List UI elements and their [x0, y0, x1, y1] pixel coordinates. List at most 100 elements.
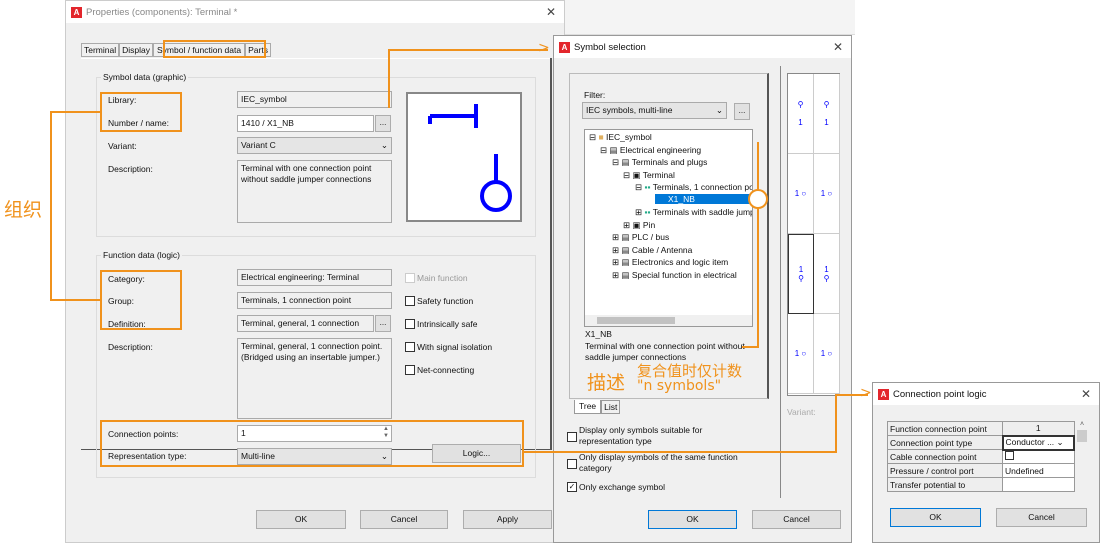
tab-list[interactable]: List [601, 400, 621, 414]
group-field[interactable]: Terminals, 1 connection point [237, 292, 392, 309]
variant-grid[interactable]: ⚲ 1 ⚲ 1 1 ○ 1 ○ 1 ⚲ 1 ⚲ 1 ○ 1 ○ [787, 73, 840, 396]
filter-label: Filter: [584, 90, 606, 100]
group-icon: ▪▪ [644, 207, 651, 217]
variant-cell[interactable]: ⚲ 1 [814, 74, 840, 154]
chevron-down-icon: ⌄ [1056, 437, 1064, 447]
tree-label: Electronics and logic item [631, 257, 729, 267]
tree-label: Electrical engineering [619, 145, 702, 155]
group-title: Function data (logic) [101, 250, 183, 260]
terminal-symbol-icon [428, 104, 512, 212]
connector-line [50, 299, 100, 301]
tree-label: IEC_symbol [606, 132, 652, 142]
connection-point-logic-dialog: A Connection point logic ✕ Function connec… [872, 382, 1100, 543]
cable-connection-checkbox[interactable] [1002, 449, 1075, 464]
chevron-down-icon: ⌄ [715, 105, 723, 115]
ok-button[interactable]: OK [890, 508, 981, 527]
check-icon: ✓ [567, 482, 577, 492]
filter-select[interactable]: IEC symbols, multi-line ⌄ [582, 102, 727, 119]
dialog-title: Symbol selection [574, 41, 646, 53]
tree-node[interactable]: ⊟ ▤ Terminals and plugs [612, 157, 707, 168]
function-description-label: Description: [108, 342, 153, 352]
ok-button[interactable]: OK [648, 510, 737, 529]
annotation-organize: 组织 [4, 199, 43, 221]
tree-label: Pin [642, 220, 656, 230]
scrollbar-thumb[interactable] [597, 317, 675, 324]
number-field[interactable]: 1410 / X1_NB [237, 115, 374, 132]
checkbox-label: Only display symbols of the same functio… [579, 452, 738, 473]
tree-node[interactable]: ⊟ ▤ Electrical engineering [600, 145, 701, 156]
tree-node-selected[interactable]: X1_NB [655, 194, 752, 204]
connector-line [50, 111, 100, 113]
variant-label: Variant: [787, 407, 816, 417]
checkbox-label: Display only symbols suitable for repres… [579, 425, 703, 446]
highlight-tab [163, 40, 266, 58]
category-field[interactable]: Electrical engineering: Terminal [237, 269, 392, 286]
tree-node[interactable]: ⊞ ▤ Special function in electrical [612, 270, 737, 281]
browse-definition-button[interactable]: ... [375, 315, 391, 332]
tree-node[interactable]: ⊞ ▪▪ Terminals with saddle jumper [635, 207, 752, 218]
function-description-field[interactable]: Terminal, general, 1 connection point. (… [237, 338, 392, 419]
property-name: Pressure / control port [887, 463, 1003, 478]
view-tabs: Tree List [574, 400, 621, 414]
tree-node[interactable]: ⊞ ▤ Cable / Antenna [612, 245, 692, 256]
description-field[interactable]: Terminal with one connection point witho… [237, 160, 392, 223]
title-bar: A Symbol selection ✕ [554, 36, 851, 58]
tree-node[interactable]: ⊟ ▣ Terminal [623, 170, 675, 181]
close-icon[interactable]: ✕ [546, 5, 556, 19]
connector-line [523, 451, 837, 453]
checkbox-label: Intrinsically safe [417, 319, 478, 329]
tree-label: Special function in electrical [631, 270, 737, 280]
variant-cell[interactable]: 1 ⚲ [788, 234, 814, 314]
property-value[interactable]: 1 [1002, 421, 1075, 436]
tree-node[interactable]: ⊟ ■ IEC_symbol [589, 132, 652, 143]
variant-cell[interactable]: 1 ⚲ [814, 234, 840, 314]
library-field[interactable]: IEC_symbol [237, 91, 392, 108]
close-icon[interactable]: ✕ [1081, 387, 1091, 401]
filter-settings-button[interactable]: ... [734, 103, 750, 120]
variant-select[interactable]: Variant C ⌄ [237, 137, 392, 154]
cancel-button[interactable]: Cancel [752, 510, 841, 529]
variant-cell[interactable]: 1 ○ [788, 314, 814, 394]
apply-button[interactable]: Apply [463, 510, 552, 529]
tree-label: Cable / Antenna [631, 245, 693, 255]
title-bar: A Connection point logic ✕ [873, 383, 1099, 405]
tree-label: Terminal [642, 170, 675, 180]
property-value[interactable] [1002, 477, 1075, 492]
select-value: Conductor ... [1005, 437, 1055, 447]
variant-cell[interactable]: ⚲ 1 [788, 74, 814, 154]
property-value[interactable]: Undefined [1002, 463, 1075, 478]
checkbox-label: Safety function [417, 296, 474, 306]
info-name: X1_NB [585, 329, 612, 339]
ok-button[interactable]: OK [256, 510, 346, 529]
variant-cell[interactable]: 1 ○ [814, 314, 840, 394]
select-value: IEC symbols, multi-line [586, 105, 673, 115]
browse-symbol-button[interactable]: ... [375, 115, 391, 132]
dialog-title: Connection point logic [893, 388, 987, 400]
chevron-down-icon: ⌄ [380, 140, 388, 150]
horizontal-scrollbar[interactable] [585, 315, 752, 326]
variant-cell[interactable]: 1 ○ [814, 154, 840, 234]
tree-node[interactable]: ⊟ ▪▪ Terminals, 1 connection point [635, 182, 752, 193]
cancel-button[interactable]: Cancel [360, 510, 448, 529]
checkbox-label: Main function [417, 273, 468, 283]
title-bar: A Properties (components): Terminal * ✕ [66, 1, 564, 23]
symbol-tree[interactable]: ⊟ ■ IEC_symbol ⊟ ▤ Electrical engineerin… [584, 129, 753, 327]
variant-cell[interactable]: 1 ○ [788, 154, 814, 234]
cancel-button[interactable]: Cancel [996, 508, 1087, 527]
connection-type-select[interactable]: Conductor ... ⌄ [1001, 434, 1075, 451]
definition-field[interactable]: Terminal, general, 1 connection [237, 315, 374, 332]
tab-terminal[interactable]: Terminal [81, 43, 120, 57]
checkbox-label: With signal isolation [417, 342, 493, 352]
tab-tree[interactable]: Tree [574, 400, 602, 414]
tree-label: X1_NB [668, 194, 695, 204]
tree-node[interactable]: ⊞ ▤ Electronics and logic item [612, 257, 728, 268]
tree-node[interactable]: ⊞ ▤ PLC / bus [612, 232, 669, 243]
tab-display[interactable]: Display [119, 43, 153, 57]
variant-label: Variant: [108, 141, 137, 151]
folder-icon: ■ [598, 132, 604, 142]
highlight-library-number [100, 92, 182, 132]
tree-node[interactable]: ⊞ ▣ Pin [623, 220, 655, 231]
close-icon[interactable]: ✕ [833, 40, 843, 54]
connector-line [50, 111, 52, 301]
vertical-scrollbar[interactable]: ˄ [1076, 421, 1088, 491]
